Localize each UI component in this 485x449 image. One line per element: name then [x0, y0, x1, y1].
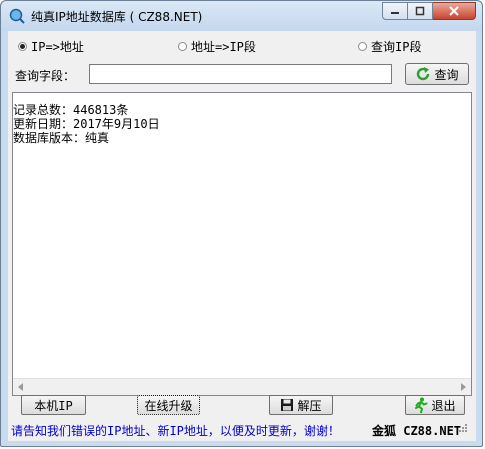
resize-grip-icon[interactable]	[458, 423, 468, 433]
maximize-icon	[415, 6, 425, 16]
horizontal-scrollbar[interactable]	[13, 378, 471, 395]
radio-unselected-icon	[178, 42, 187, 51]
local-ip-label: 本机IP	[34, 398, 73, 413]
query-button[interactable]: 查询	[405, 63, 469, 85]
scroll-left-icon[interactable]	[18, 383, 23, 391]
status-bar: 请告知我们错误的IP地址、新IP地址，以便及时更新，谢谢！ 金狐 CZ88.NE…	[8, 419, 476, 439]
exit-button[interactable]: 退出	[405, 395, 465, 415]
close-button[interactable]	[433, 2, 476, 20]
window-controls	[382, 2, 476, 20]
radio-label: 查询IP段	[371, 40, 422, 54]
radio-ip-to-address[interactable]: IP=>地址	[18, 38, 84, 55]
extract-label: 解压	[297, 398, 322, 413]
database-version-line: 数据库版本：纯真	[13, 131, 110, 145]
result-text: 记录总数：446813条 更新日期：2017年9月10日 数据库版本：纯真	[13, 103, 160, 145]
refresh-icon	[417, 67, 430, 81]
extract-button[interactable]: 解压	[269, 395, 333, 415]
scroll-right-icon[interactable]	[461, 383, 466, 391]
radio-unselected-icon	[358, 42, 367, 51]
minimize-button[interactable]	[382, 2, 408, 20]
online-upgrade-button[interactable]: 在线升级	[137, 395, 200, 415]
title-bar[interactable]: 纯真IP地址数据库 ( CZ88.NET)	[1, 1, 482, 31]
query-button-label: 查询	[434, 67, 459, 82]
radio-selected-icon	[18, 42, 27, 51]
maximize-button[interactable]	[408, 2, 433, 20]
status-message: 请告知我们错误的IP地址、新IP地址，以便及时更新，谢谢！	[11, 424, 340, 438]
online-upgrade-label: 在线升级	[144, 398, 193, 413]
close-icon	[449, 6, 459, 16]
result-box[interactable]: 记录总数：446813条 更新日期：2017年9月10日 数据库版本：纯真	[12, 92, 472, 396]
floppy-disk-icon	[281, 399, 294, 411]
update-date-line: 更新日期：2017年9月10日	[13, 117, 160, 131]
main-panel: IP=>地址 地址=>IP段 查询IP段 查询字段： 查询 记录总数：44681…	[8, 31, 476, 441]
app-window: 纯真IP地址数据库 ( CZ88.NET) IP=>地址 地址=>IP段 查询I…	[0, 0, 483, 447]
query-input[interactable]	[89, 64, 392, 84]
radio-label: 地址=>IP段	[191, 40, 256, 54]
window-title: 纯真IP地址数据库 ( CZ88.NET)	[31, 10, 203, 24]
local-ip-button[interactable]: 本机IP	[21, 395, 86, 415]
radio-query-ip-range[interactable]: 查询IP段	[358, 38, 421, 55]
mode-selector: IP=>地址 地址=>IP段 查询IP段	[8, 37, 476, 55]
exit-label: 退出	[431, 398, 456, 413]
query-field-label: 查询字段：	[15, 69, 76, 83]
app-icon	[9, 8, 25, 24]
radio-address-to-ip-range[interactable]: 地址=>IP段	[178, 38, 256, 55]
status-author: 金狐 CZ88.NET	[372, 424, 462, 438]
minimize-icon	[391, 12, 399, 14]
running-man-icon	[415, 397, 428, 413]
radio-label: IP=>地址	[31, 40, 84, 54]
record-count-line: 记录总数：446813条	[13, 103, 129, 117]
